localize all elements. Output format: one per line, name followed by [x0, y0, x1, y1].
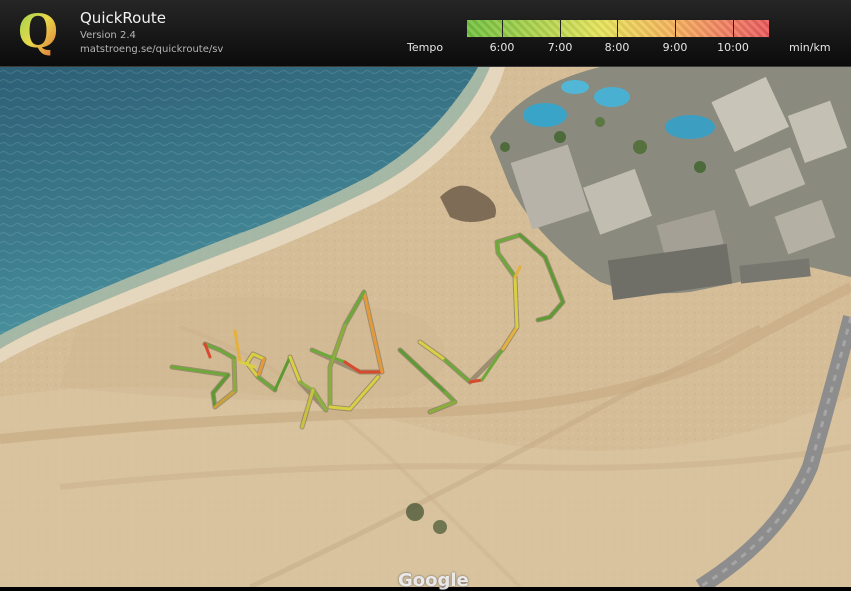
legend-tick — [675, 19, 676, 38]
legend-tick — [733, 19, 734, 38]
legend-label-10: 10:00 — [717, 41, 749, 54]
legend-label-9: 9:00 — [662, 41, 688, 54]
satellite-map[interactable] — [0, 67, 851, 587]
app-version: Version 2.4 — [80, 30, 136, 41]
map-canvas[interactable] — [0, 67, 851, 587]
legend-tick — [560, 19, 561, 38]
legend-label-8: 8:00 — [604, 41, 630, 54]
legend-title: Tempo — [407, 41, 444, 54]
legend-unit: min/km — [789, 41, 831, 54]
app-header: Q QuickRoute Version 2.4 matstroeng.se/q… — [0, 0, 851, 67]
quickroute-logo-icon: Q — [18, 7, 58, 57]
app-url-link[interactable]: matstroeng.se/quickroute/sv — [80, 44, 223, 55]
google-watermark: Google — [398, 570, 469, 591]
app-title: QuickRoute — [80, 9, 166, 27]
legend-label-7: 7:00 — [547, 41, 573, 54]
legend-label-6: 6:00 — [489, 41, 515, 54]
pace-color-scale — [466, 19, 770, 38]
legend-tick — [502, 19, 503, 38]
legend-tick — [617, 19, 618, 38]
svg-text:Q: Q — [18, 7, 58, 57]
